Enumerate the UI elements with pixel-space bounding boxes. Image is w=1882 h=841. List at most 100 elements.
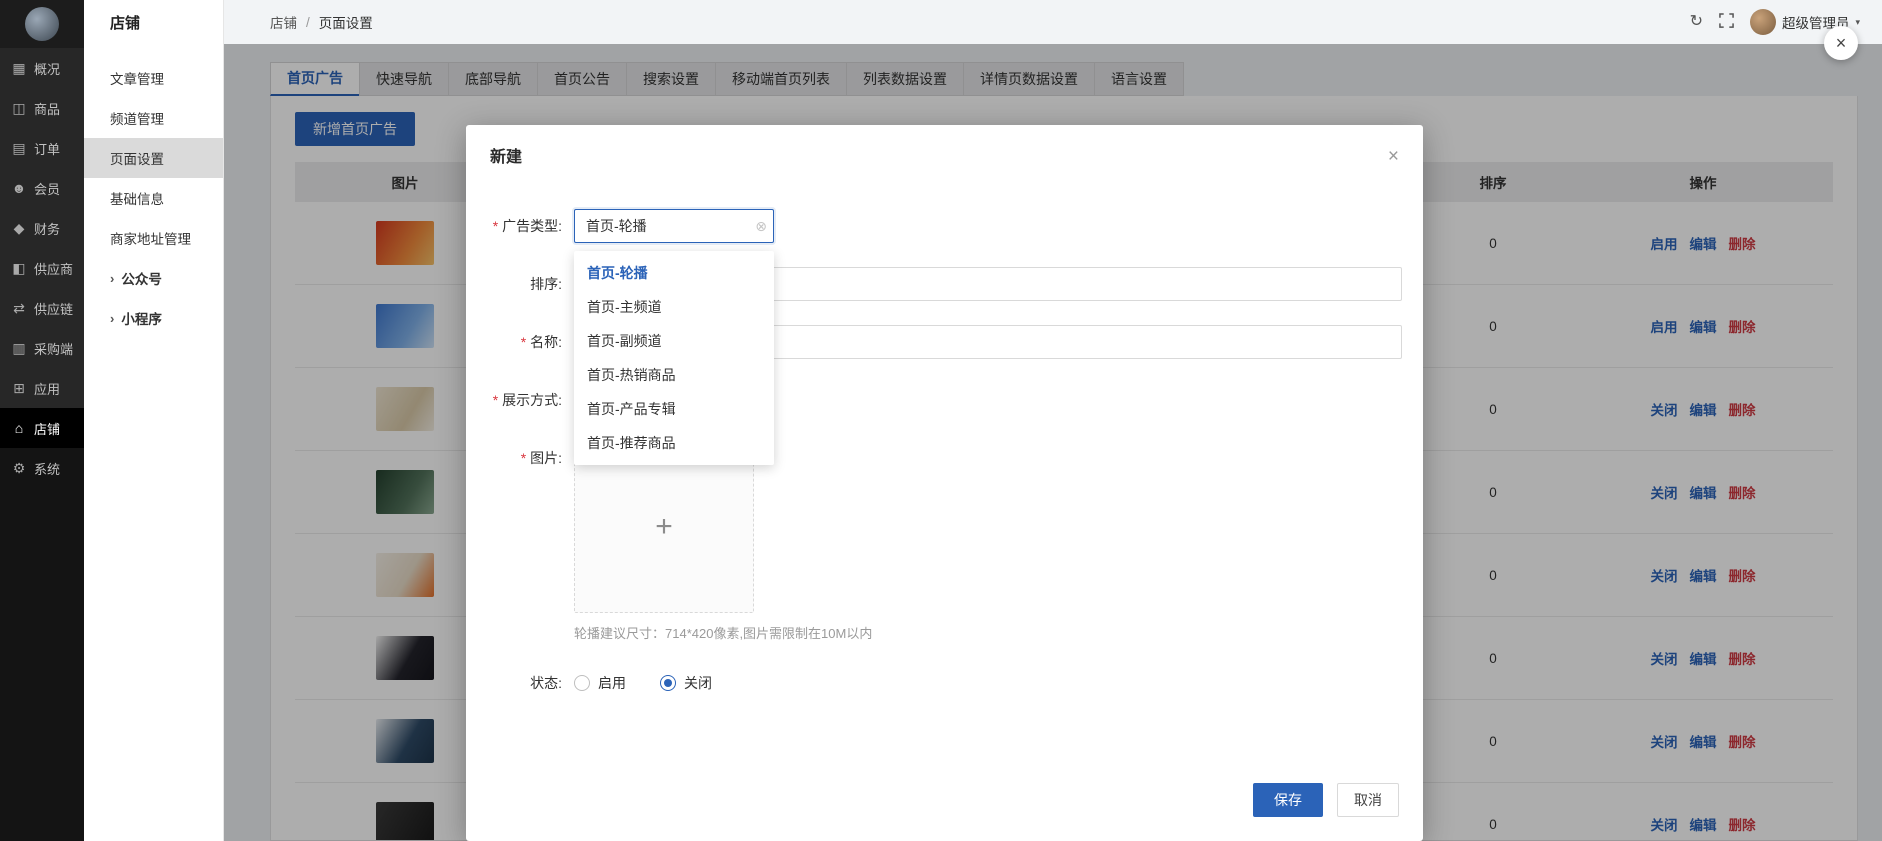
menu-item-channel-management[interactable]: 频道管理 — [84, 98, 223, 138]
breadcrumb-root[interactable]: 店铺 — [270, 12, 297, 32]
sidebar-item-goods[interactable]: ◫ 商品 — [0, 88, 84, 128]
goods-icon: ◫ — [11, 100, 27, 117]
sidebar-item-procurement[interactable]: ▥ 采购端 — [0, 328, 84, 368]
supply-chain-icon: ⇄ — [11, 300, 27, 317]
image-upload-box[interactable]: + — [574, 441, 754, 613]
dropdown-option-home-hot-goods[interactable]: 首页-热销商品 — [574, 358, 774, 392]
close-icon[interactable]: × — [1388, 147, 1399, 166]
workspace-avatar-wrap — [0, 0, 84, 48]
field-row-status: 状态: 启用 关闭 — [466, 666, 1423, 700]
sidebar-item-label: 财务 — [34, 219, 60, 238]
sidebar-item-shop[interactable]: ⌂ 店铺 — [0, 408, 84, 448]
refresh-icon[interactable]: ↻ — [1690, 14, 1703, 30]
menu-item-page-settings[interactable]: 页面设置 — [84, 138, 223, 178]
save-button[interactable]: 保存 — [1253, 783, 1323, 817]
status-label: 状态: — [466, 666, 574, 700]
sidebar-item-finance[interactable]: ◆ 财务 — [0, 208, 84, 248]
menu-item-label: 文章管理 — [110, 68, 164, 88]
page-close-button[interactable]: × — [1824, 26, 1858, 60]
menu-item-label: 小程序 — [121, 308, 162, 328]
sidebar-item-overview[interactable]: ▦ 概况 — [0, 48, 84, 88]
close-icon: × — [1836, 33, 1847, 54]
dropdown-option-home-main-channel[interactable]: 首页-主频道 — [574, 290, 774, 324]
sidebar-item-label: 供应商 — [34, 259, 73, 278]
sidebar-item-label: 商品 — [34, 99, 60, 118]
sidebar-item-members[interactable]: ☻ 会员 — [0, 168, 84, 208]
sidebar-item-label: 会员 — [34, 179, 60, 198]
sidebar-item-label: 概况 — [34, 59, 60, 78]
radio-checked-icon — [660, 675, 676, 691]
sidebar-item-supply-chain[interactable]: ⇄ 供应链 — [0, 288, 84, 328]
sidebar-item-label: 应用 — [34, 379, 60, 398]
sidebar-item-label: 采购端 — [34, 339, 73, 358]
ad-type-dropdown: 首页-轮播 首页-主频道 首页-副频道 首页-热销商品 首页-产品专辑 首页-推… — [574, 251, 774, 465]
menu-item-mini-program[interactable]: › 小程序 — [84, 298, 223, 338]
sidebar-item-label: 供应链 — [34, 299, 73, 318]
sort-label: 排序: — [466, 267, 574, 301]
finance-icon: ◆ — [11, 220, 27, 237]
menu-item-label: 基础信息 — [110, 188, 164, 208]
plus-icon: + — [655, 510, 673, 544]
cancel-button[interactable]: 取消 — [1337, 783, 1399, 817]
primary-sidebar: ▦ 概况 ◫ 商品 ▤订单 ☻ 会员 ◆ 财务 ◧ 供应商 ⇄ 供应链 ▥ 采购端 ⊞ 应用 ⌂… — [0, 0, 84, 841]
sidebar-item-orders[interactable]: ▤订单 — [0, 128, 84, 168]
modal-title: 新建 — [490, 147, 522, 169]
sidebar-item-apps[interactable]: ⊞ 应用 — [0, 368, 84, 408]
chevron-down-icon: ▾ — [1855, 17, 1860, 28]
menu-item-label: 频道管理 — [110, 108, 164, 128]
modal-body: 广告类型: 首页-轮播 ⊗ 首页-轮播 首页-主频道 首页-副频道 首页-热销商… — [466, 169, 1423, 783]
shop-icon: ⌂ — [11, 420, 27, 436]
menu-item-label: 页面设置 — [110, 148, 164, 168]
apps-icon: ⊞ — [11, 380, 27, 397]
dropdown-option-home-carousel[interactable]: 首页-轮播 — [574, 256, 774, 290]
radio-enable[interactable]: 启用 — [574, 673, 626, 693]
radio-label: 启用 — [598, 673, 626, 693]
app-window: ▦ 概况 ◫ 商品 ▤订单 ☻ 会员 ◆ 财务 ◧ 供应商 ⇄ 供应链 ▥ 采购端 ⊞ 应用 ⌂… — [0, 0, 1882, 841]
menu-item-article-management[interactable]: 文章管理 — [84, 58, 223, 98]
dropdown-option-home-product-album[interactable]: 首页-产品专辑 — [574, 392, 774, 426]
breadcrumb-current: 页面设置 — [319, 12, 373, 32]
menu-item-merchant-address[interactable]: 商家地址管理 — [84, 218, 223, 258]
menu-item-official-account[interactable]: › 公众号 — [84, 258, 223, 298]
field-row-ad-type: 广告类型: 首页-轮播 ⊗ 首页-轮播 首页-主频道 首页-副频道 首页-热销商… — [466, 209, 1423, 243]
sidebar-item-supplier[interactable]: ◧ 供应商 — [0, 248, 84, 288]
menu-item-label: 商家地址管理 — [110, 228, 191, 248]
chevron-right-icon: › — [110, 271, 114, 286]
dropdown-option-home-recommended[interactable]: 首页-推荐商品 — [574, 426, 774, 460]
system-icon: ⚙ — [11, 460, 27, 477]
user-avatar — [1750, 9, 1776, 35]
dropdown-option-home-sub-channel[interactable]: 首页-副频道 — [574, 324, 774, 358]
sidebar-item-system[interactable]: ⚙系统 — [0, 448, 84, 488]
radio-label: 关闭 — [684, 673, 712, 693]
status-radio-group: 启用 关闭 — [574, 666, 712, 700]
overview-icon: ▦ — [11, 60, 27, 77]
workspace-avatar[interactable] — [25, 7, 59, 41]
modal-footer: 保存 取消 — [466, 783, 1423, 841]
radio-unchecked-icon — [574, 675, 590, 691]
ad-type-select[interactable]: 首页-轮播 — [574, 209, 774, 243]
primary-sidebar-bottom: ⌂ 店铺 ⚙系统 — [0, 408, 84, 841]
ad-type-label: 广告类型: — [466, 209, 574, 243]
procurement-icon: ▥ — [11, 340, 27, 357]
display-mode-label: 展示方式: — [466, 383, 574, 417]
topbar: 店铺 / 页面设置 ↻ 超级管理员 ▾ — [224, 0, 1882, 44]
radio-close[interactable]: 关闭 — [660, 673, 712, 693]
new-ad-modal: 新建 × 广告类型: 首页-轮播 ⊗ 首页-轮播 首页-主频道 首页-副频道 首… — [466, 125, 1423, 841]
secondary-sidebar: 店铺 文章管理 频道管理 页面设置 基础信息 商家地址管理 ›公众号 ›小程序 — [84, 0, 224, 841]
sidebar-item-label: 店铺 — [34, 419, 60, 438]
modal-header: 新建 × — [466, 125, 1423, 169]
sidebar-item-label: 订单 — [34, 139, 60, 158]
clear-icon[interactable]: ⊗ — [755, 219, 767, 233]
name-label: 名称: — [466, 325, 574, 359]
chevron-right-icon: › — [110, 311, 114, 326]
fullscreen-icon[interactable] — [1719, 13, 1734, 32]
members-icon: ☻ — [11, 180, 27, 196]
ad-type-select-wrap: 首页-轮播 ⊗ 首页-轮播 首页-主频道 首页-副频道 首页-热销商品 首页-产… — [574, 209, 774, 243]
menu-item-label: 公众号 — [121, 268, 162, 288]
image-size-hint: 轮播建议尺寸：714*420像素,图片需限制在10M以内 — [574, 623, 872, 642]
image-label: 图片: — [466, 441, 574, 475]
secondary-sidebar-items: 文章管理 频道管理 页面设置 基础信息 商家地址管理 › 公众号 › 小程序 — [84, 58, 223, 338]
field-row-image: 图片: + 轮播建议尺寸：714*420像素,图片需限制在10M以内 — [466, 441, 1423, 642]
supplier-icon: ◧ — [11, 260, 27, 277]
menu-item-basic-info[interactable]: 基础信息 — [84, 178, 223, 218]
